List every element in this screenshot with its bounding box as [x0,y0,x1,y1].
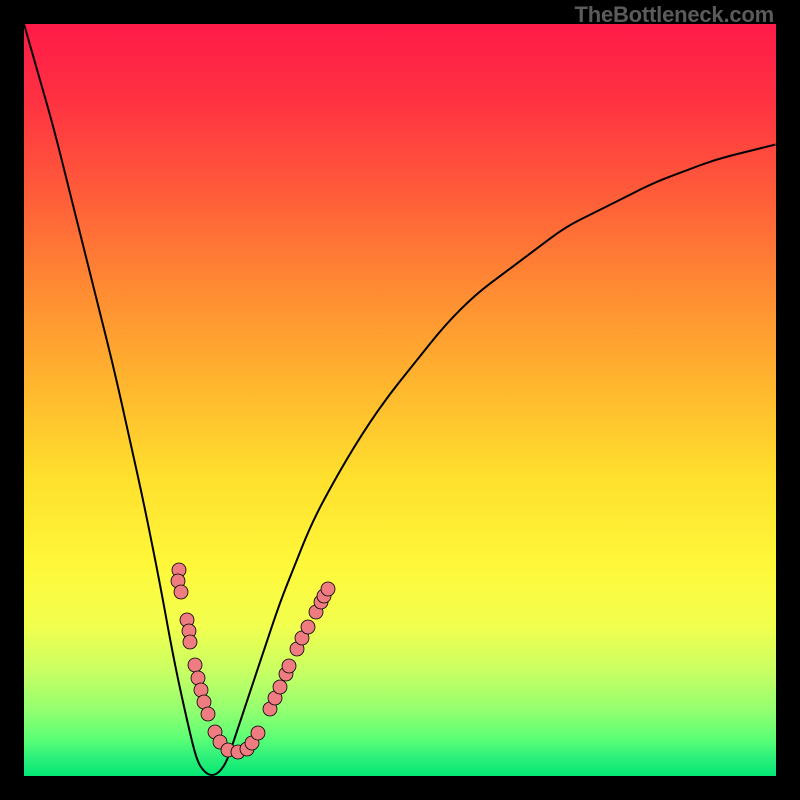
chart-frame [0,0,24,800]
watermark-text: TheBottleneck.com [574,2,774,28]
marker-dot [321,582,335,596]
marker-dot [201,707,215,721]
chart-frame [776,0,800,800]
chart-frame [0,776,800,800]
marker-dot [251,726,265,740]
marker-dot [188,658,202,672]
marker-dot [273,680,287,694]
marker-dot [174,585,188,599]
bottleneck-chart [0,0,800,800]
gradient-background [24,24,776,776]
marker-dot [301,620,315,634]
marker-dot [282,659,296,673]
marker-dot [183,635,197,649]
